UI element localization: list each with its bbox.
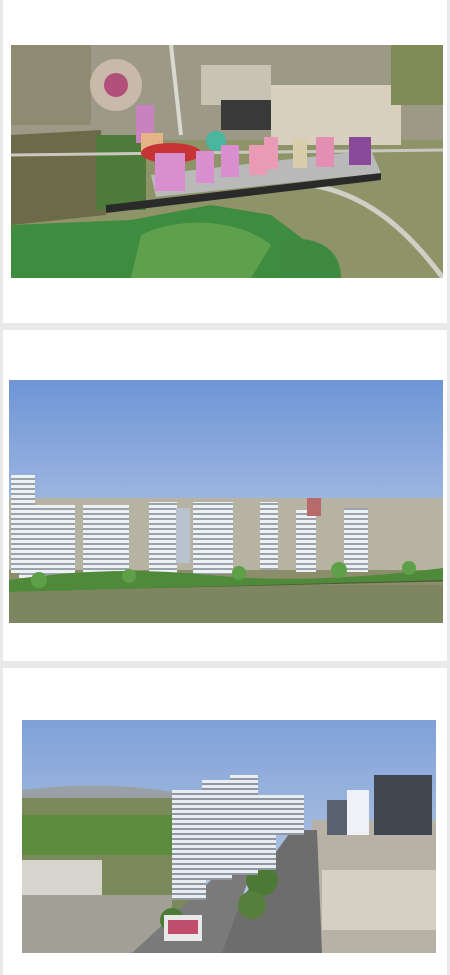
street-view-rendering-image[interactable] (22, 720, 436, 953)
image-feed (0, 0, 450, 975)
feed-card-aerial[interactable] (3, 0, 447, 323)
street-photo (22, 720, 436, 953)
feed-card-skyline[interactable] (3, 330, 447, 661)
feed-card-street[interactable] (3, 668, 447, 975)
aerial-site-render-image[interactable] (11, 45, 443, 278)
skyline-rendering-image[interactable] (9, 380, 443, 623)
aerial-photo (11, 45, 443, 278)
skyline-photo (9, 380, 443, 623)
